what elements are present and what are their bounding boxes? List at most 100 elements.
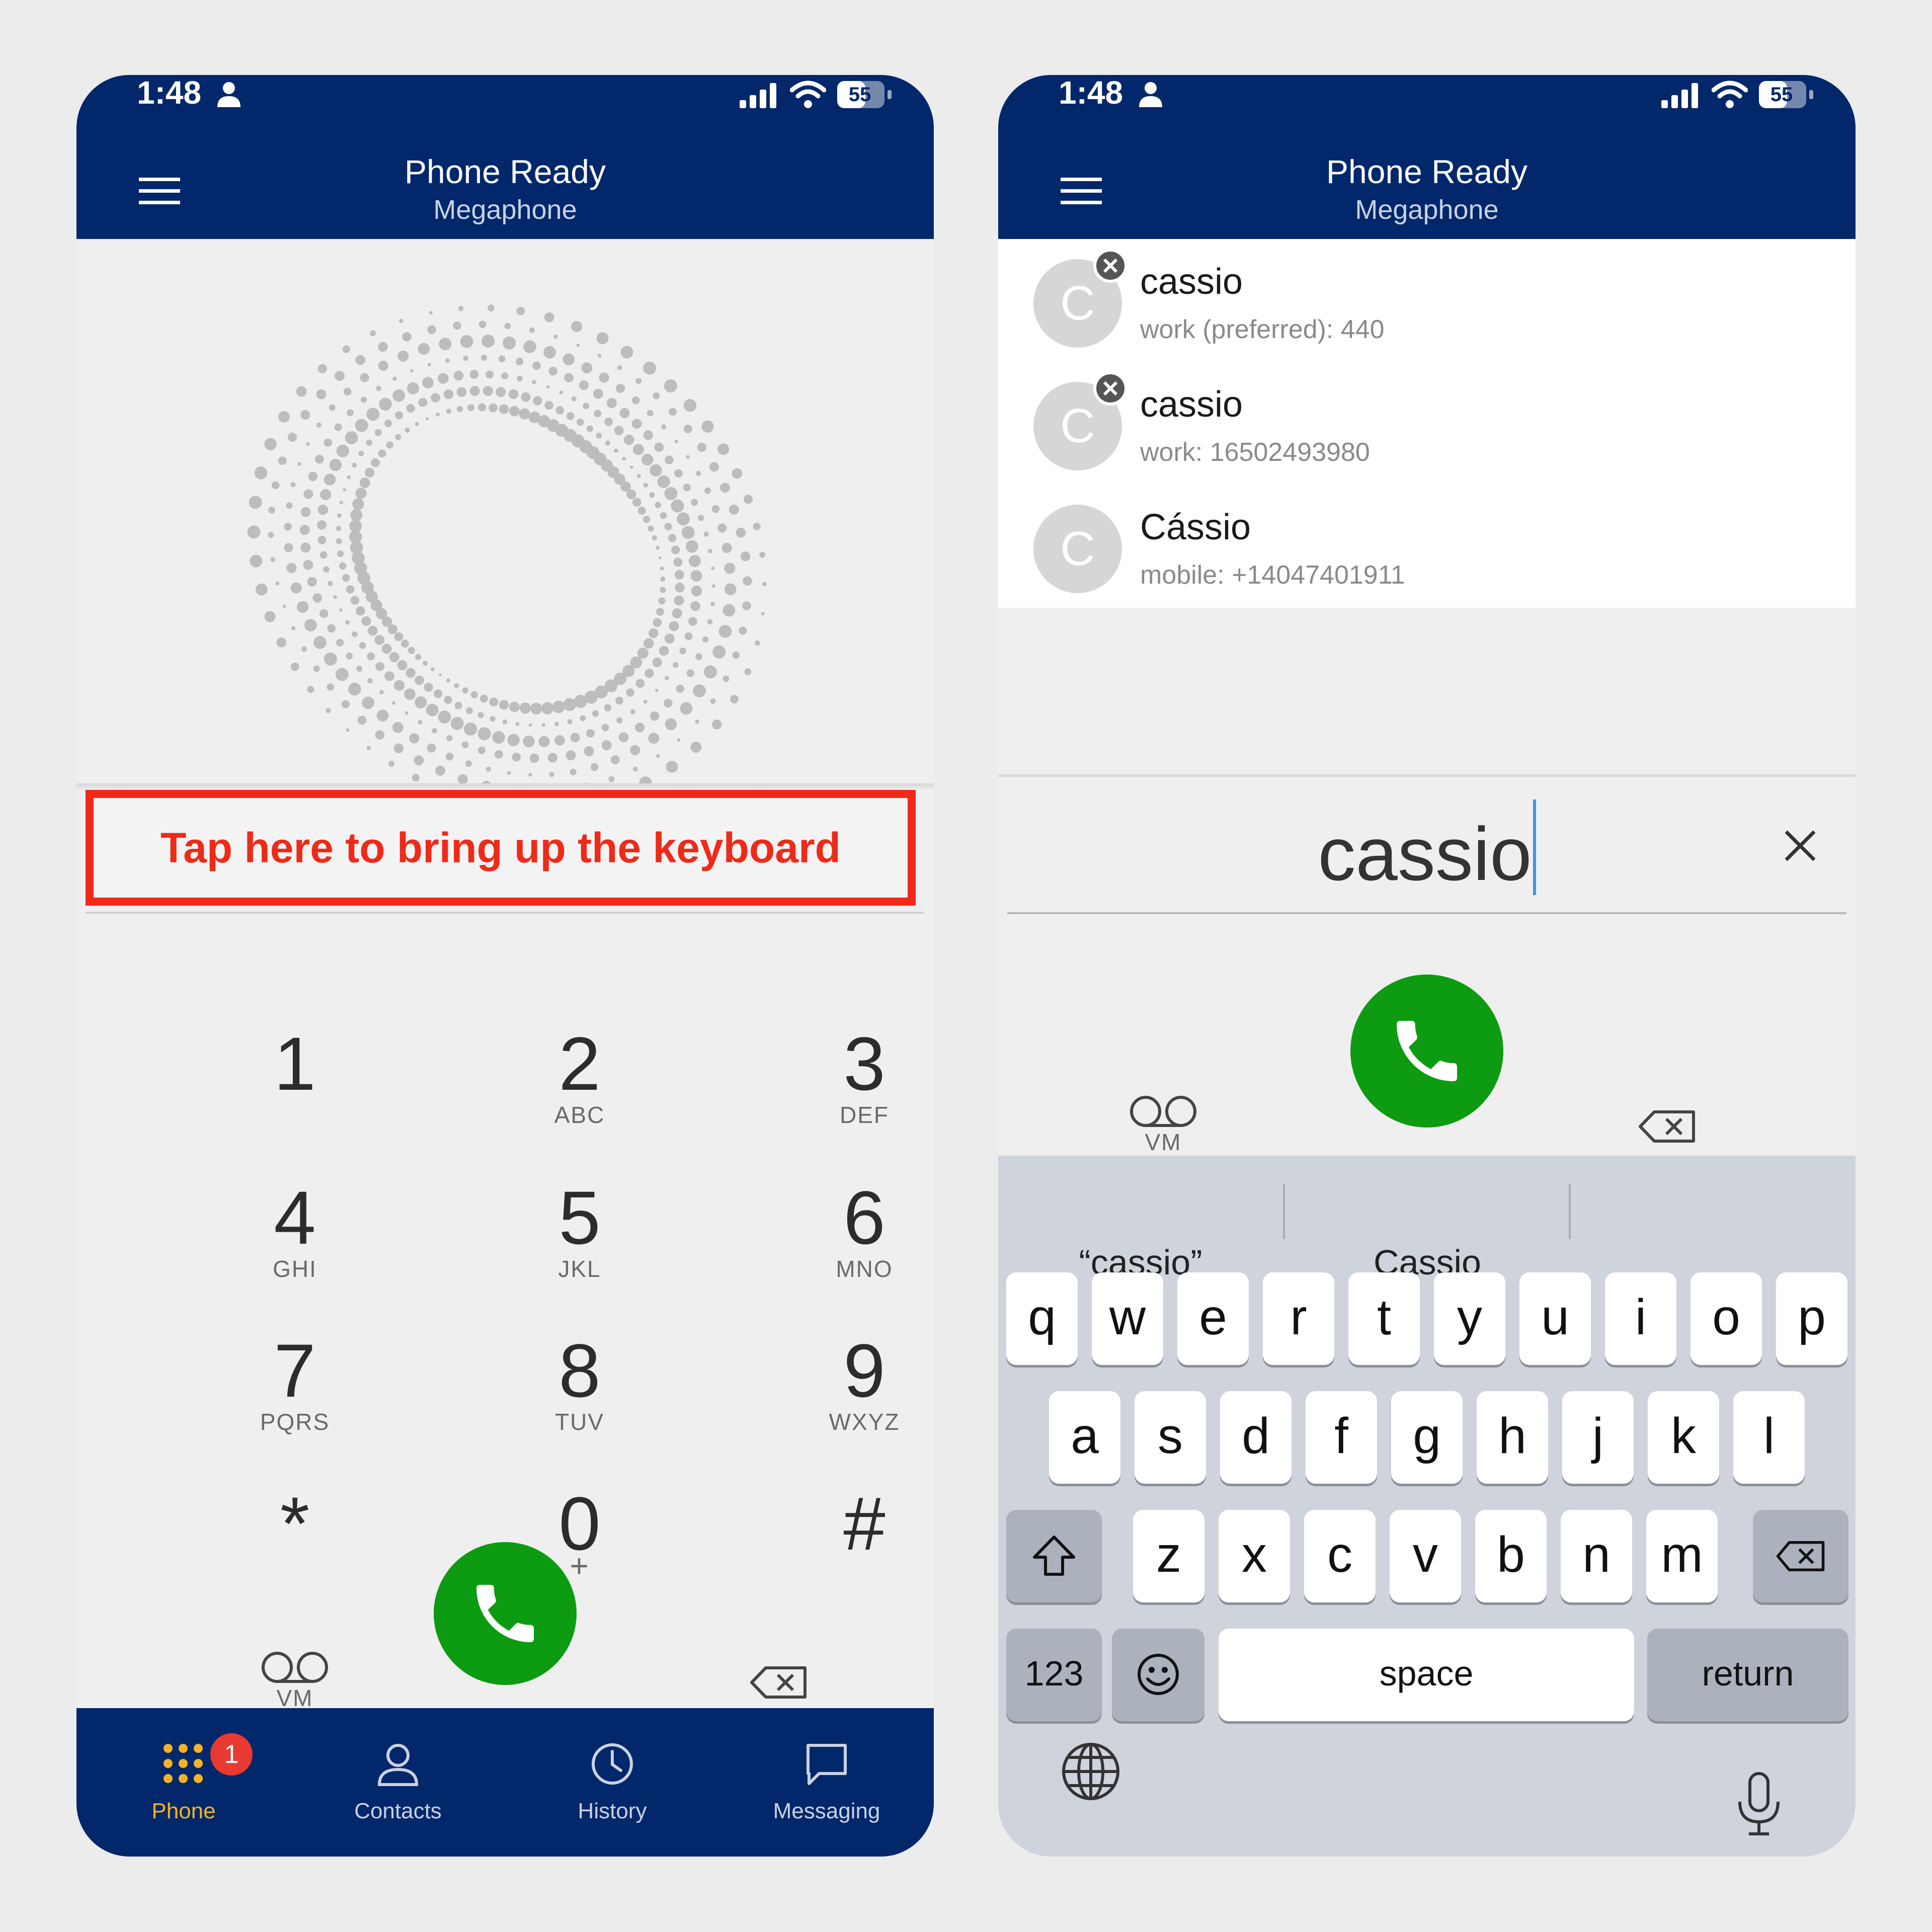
key-s[interactable]: s <box>1135 1391 1206 1484</box>
cell-signal-icon <box>1661 83 1698 108</box>
key-h[interactable]: h <box>1477 1391 1548 1484</box>
dialpad-key-4[interactable]: 4 GHI <box>174 1180 416 1311</box>
key-f[interactable]: f <box>1306 1391 1377 1484</box>
dialpad-digit: 6 <box>843 1175 886 1260</box>
dialpad-digit: 4 <box>274 1175 316 1260</box>
tab-messaging[interactable]: Messaging <box>719 1708 934 1857</box>
backspace-button[interactable] <box>658 1665 900 1715</box>
shift-key[interactable] <box>1006 1510 1102 1602</box>
notification-badge: 1 <box>207 1730 256 1779</box>
dialpad-key-2[interactable]: 2 ABC <box>459 1026 700 1157</box>
shift-icon <box>1033 1536 1075 1576</box>
voicemail-icon <box>262 1652 328 1683</box>
contact-avatar: C <box>1033 505 1122 593</box>
tab-label: Messaging <box>773 1799 880 1823</box>
dialpad-digit: 3 <box>843 1021 886 1106</box>
key-a[interactable]: a <box>1049 1391 1120 1484</box>
wifi-icon <box>1712 80 1748 108</box>
battery-level: 55 <box>848 84 871 106</box>
dialpad-key-3[interactable]: 3 DEF <box>744 1026 934 1157</box>
numbers-key[interactable]: 123 <box>1006 1629 1102 1721</box>
key-q[interactable]: q <box>1006 1272 1078 1365</box>
phone-icon <box>1397 1021 1457 1081</box>
key-k[interactable]: k <box>1648 1391 1719 1484</box>
call-button[interactable] <box>1350 975 1503 1128</box>
contact-results-list: Ccassio work (preferred): 440 Ccassio work:… <box>998 239 1856 608</box>
microphone-icon[interactable] <box>1735 1772 1783 1837</box>
dialpad-letters: DEF <box>840 1102 889 1128</box>
key-e[interactable]: e <box>1177 1272 1249 1365</box>
dialpad-digit: 8 <box>558 1328 601 1413</box>
search-screen: 1:48 55 Phone Ready Megaphone Ccassio wor… <box>998 75 1856 1857</box>
key-u[interactable]: u <box>1519 1272 1591 1365</box>
key-r[interactable]: r <box>1263 1272 1334 1365</box>
search-input[interactable]: cassio <box>998 799 1856 904</box>
remove-circle-icon[interactable] <box>1093 371 1128 406</box>
dialpad-digit: 5 <box>558 1175 601 1260</box>
contact-result-row[interactable]: C Cássio mobile: +14047401911 <box>998 485 1856 607</box>
dialpad-key-1[interactable]: 1 <box>174 1026 416 1157</box>
key-z[interactable]: z <box>1133 1510 1204 1602</box>
key-j[interactable]: j <box>1562 1391 1634 1484</box>
keyboard-delete-key[interactable] <box>1753 1510 1848 1602</box>
key-c[interactable]: c <box>1304 1510 1376 1602</box>
dialpad-key-7[interactable]: 7 PQRS <box>174 1333 416 1464</box>
contact-result-row[interactable]: Ccassio work: 16502493980 <box>998 362 1856 485</box>
call-button[interactable] <box>434 1542 577 1685</box>
divider <box>76 783 934 790</box>
tab-phone[interactable]: Phone 1 <box>76 1708 291 1857</box>
dialpad-digit: 9 <box>843 1328 886 1413</box>
dialpad-key-6[interactable]: 6 MNO <box>744 1180 934 1311</box>
dialpad-letters: TUV <box>555 1409 604 1435</box>
header-title: Phone Ready <box>405 153 606 190</box>
globe-icon[interactable] <box>1061 1741 1121 1802</box>
dialpad-digit: 2 <box>558 1021 601 1106</box>
contact-name: Cássio <box>1140 507 1251 547</box>
key-o[interactable]: o <box>1691 1272 1762 1365</box>
delete-icon <box>1776 1541 1825 1571</box>
dialpad-digit: 7 <box>274 1328 316 1413</box>
dialpad-letters: WXYZ <box>829 1409 900 1435</box>
remove-circle-icon[interactable] <box>1093 248 1128 283</box>
wifi-icon <box>790 80 826 108</box>
backspace-button[interactable] <box>1547 1109 1788 1159</box>
dialpad-key-9[interactable]: 9 WXYZ <box>744 1333 934 1464</box>
key-i[interactable]: i <box>1605 1272 1676 1365</box>
app-header: 1:48 55 Phone Ready Megaphone <box>76 75 934 239</box>
message-icon <box>807 1744 847 1785</box>
search-input-value: cassio <box>1318 812 1532 896</box>
key-n[interactable]: n <box>1561 1510 1632 1602</box>
dialpad-letters: ABC <box>554 1102 605 1128</box>
return-key[interactable]: return <box>1647 1629 1848 1721</box>
space-key[interactable]: space <box>1219 1629 1634 1721</box>
key-v[interactable]: v <box>1390 1510 1461 1602</box>
key-x[interactable]: x <box>1219 1510 1290 1602</box>
key-g[interactable]: g <box>1391 1391 1463 1484</box>
dialpad-key-hash[interactable]: # <box>744 1486 934 1617</box>
dialpad-key-star[interactable]: * <box>174 1486 416 1617</box>
status-time: 1:48 <box>137 75 202 111</box>
dialpad-letters: GHI <box>273 1256 317 1282</box>
tab-contacts[interactable]: Contacts <box>291 1708 505 1857</box>
key-p[interactable]: p <box>1776 1272 1847 1365</box>
contact-number: work (preferred): 440 <box>1140 315 1385 344</box>
clear-input-icon[interactable] <box>1780 826 1820 866</box>
bottom-tab-bar: Phone 1 Contacts History Messaging <box>76 1708 934 1857</box>
key-t[interactable]: t <box>1348 1272 1420 1365</box>
suggestion-divider <box>1569 1184 1571 1239</box>
key-w[interactable]: w <box>1092 1272 1163 1365</box>
key-m[interactable]: m <box>1646 1510 1718 1602</box>
dialpad-letters: PQRS <box>260 1409 330 1435</box>
key-d[interactable]: d <box>1220 1391 1292 1484</box>
key-y[interactable]: y <box>1434 1272 1505 1365</box>
emoji-key[interactable] <box>1112 1629 1204 1721</box>
dialpad-key-5[interactable]: 5 JKL <box>459 1180 700 1311</box>
person-status-icon <box>1139 82 1162 107</box>
keyboard-hint-banner[interactable]: Tap here to bring up the keyboard <box>86 790 916 906</box>
dialpad-key-8[interactable]: 8 TUV <box>459 1333 700 1464</box>
key-b[interactable]: b <box>1475 1510 1547 1602</box>
backspace-icon <box>1639 1110 1695 1143</box>
key-l[interactable]: l <box>1733 1391 1805 1484</box>
contact-result-row[interactable]: Ccassio work (preferred): 440 <box>998 239 1856 362</box>
tab-history[interactable]: History <box>505 1708 719 1857</box>
